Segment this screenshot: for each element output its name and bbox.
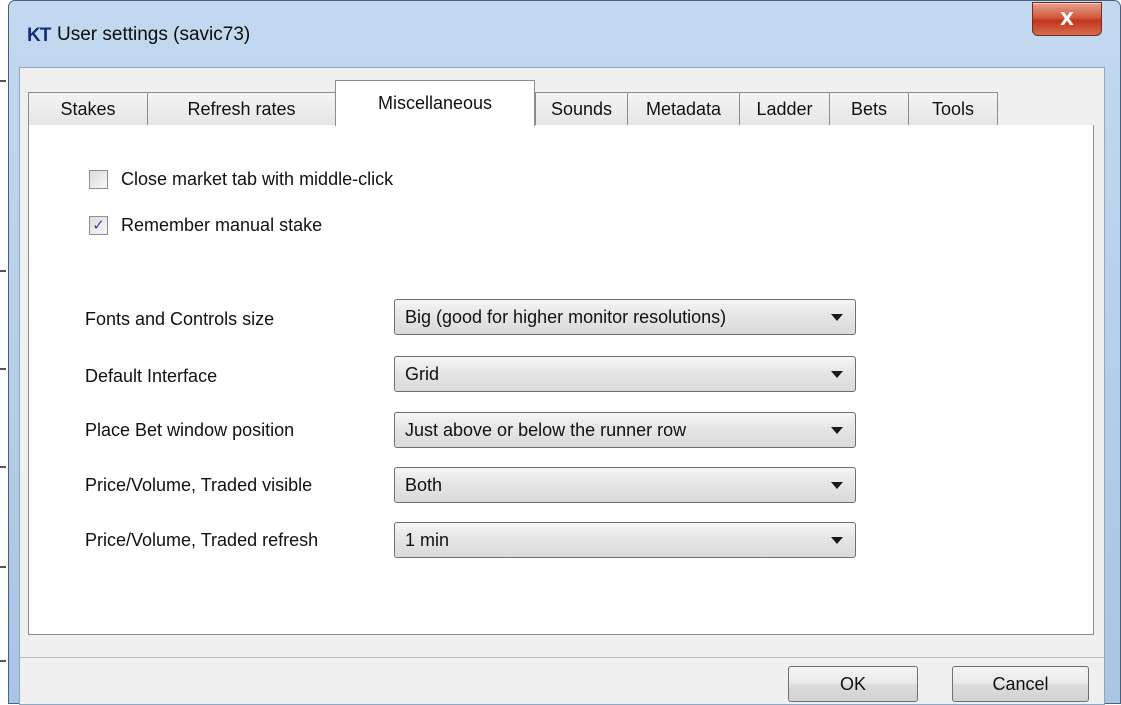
close-icon: X	[1060, 8, 1074, 30]
tab-refresh-rates[interactable]: Refresh rates	[147, 92, 336, 125]
fonts-controls-size-select[interactable]: Big (good for higher monitor resolutions…	[394, 299, 856, 335]
close-tab-middle-click-option[interactable]: Close market tab with middle-click	[89, 169, 393, 190]
select-value: Grid	[405, 363, 440, 384]
chevron-down-icon	[831, 427, 843, 434]
cancel-button[interactable]: Cancel	[952, 666, 1089, 702]
checkbox-label: Close market tab with middle-click	[121, 169, 394, 189]
tab-label: Ladder	[756, 98, 813, 119]
chevron-down-icon	[831, 482, 843, 489]
traded-visible-select[interactable]: Both	[394, 467, 856, 503]
default-interface-select[interactable]: Grid	[394, 356, 856, 392]
tab-label: Stakes	[60, 98, 116, 119]
tab-metadata[interactable]: Metadata	[627, 92, 740, 125]
dialog-client-area: Stakes Refresh rates Miscellaneous Sound…	[19, 67, 1105, 705]
traded-refresh-label: Price/Volume, Traded refresh	[85, 530, 319, 550]
cancel-button-label: Cancel	[992, 673, 1049, 694]
tab-label: Tools	[931, 98, 975, 119]
select-value: Just above or below the runner row	[405, 419, 687, 440]
settings-dialog: KT User settings (savic73) X Stakes Refr…	[8, 0, 1121, 705]
ok-button[interactable]: OK	[788, 666, 918, 702]
remember-manual-stake-option[interactable]: ✓ Remember manual stake	[89, 215, 322, 236]
tab-label: Refresh rates	[187, 98, 296, 119]
tab-tools[interactable]: Tools	[908, 92, 998, 125]
tab-label: Bets	[850, 98, 888, 119]
checkmark-icon: ✓	[92, 217, 105, 234]
tab-bets[interactable]: Bets	[829, 92, 909, 125]
select-value: 1 min	[405, 529, 450, 550]
title-bar[interactable]: KT User settings (savic73) X	[9, 1, 1120, 67]
traded-visible-label: Price/Volume, Traded visible	[85, 475, 313, 495]
fonts-controls-size-label: Fonts and Controls size	[85, 309, 275, 329]
window-title: User settings (savic73)	[57, 24, 251, 45]
close-button[interactable]: X	[1032, 2, 1102, 36]
place-bet-window-position-label: Place Bet window position	[85, 420, 295, 440]
miscellaneous-page: Close market tab with middle-click ✓ Rem…	[28, 125, 1094, 635]
tab-strip: Stakes Refresh rates Miscellaneous Sound…	[28, 80, 1100, 126]
tab-sounds[interactable]: Sounds	[535, 92, 628, 125]
footer-divider	[20, 657, 1104, 658]
select-value: Big (good for higher monitor resolutions…	[405, 306, 727, 327]
traded-refresh-select[interactable]: 1 min	[394, 522, 856, 558]
tab-ladder[interactable]: Ladder	[739, 92, 830, 125]
ok-button-label: OK	[839, 673, 866, 694]
place-bet-window-position-select[interactable]: Just above or below the runner row	[394, 412, 856, 448]
tab-label: Miscellaneous	[377, 93, 493, 113]
chevron-down-icon	[831, 314, 843, 321]
close-tab-middle-click-checkbox[interactable]	[89, 170, 108, 189]
default-interface-label: Default Interface	[85, 366, 218, 386]
chevron-down-icon	[831, 537, 843, 544]
tab-stakes[interactable]: Stakes	[28, 92, 148, 125]
tab-label: Sounds	[550, 98, 613, 119]
tab-label: Metadata	[645, 98, 722, 119]
select-value: Both	[405, 474, 443, 495]
remember-manual-stake-checkbox[interactable]: ✓	[89, 216, 108, 235]
tab-miscellaneous[interactable]: Miscellaneous	[335, 80, 535, 126]
chevron-down-icon	[831, 371, 843, 378]
checkbox-label: Remember manual stake	[121, 215, 323, 235]
app-logo-icon: KT	[27, 25, 51, 46]
background-edge	[0, 0, 8, 704]
